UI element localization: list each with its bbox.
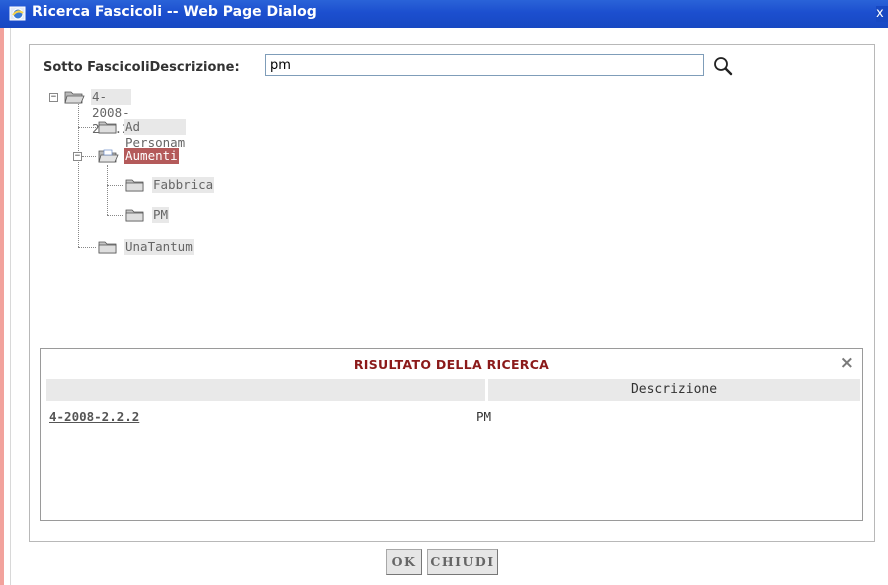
results-column-header-descrizione: Descrizione [488, 379, 860, 401]
tree-node-root[interactable]: 4-2008-2.2.2 [91, 89, 131, 136]
search-input[interactable] [265, 54, 704, 76]
tree-collapse-toggle[interactable]: − [49, 93, 58, 102]
tree-node-aumenti[interactable]: Aumenti [124, 148, 179, 164]
folder-icon [125, 209, 144, 222]
ok-button[interactable]: OK [386, 549, 422, 575]
tree-node-unatantum[interactable]: UnaTantum [124, 239, 194, 255]
search-label: Sotto FascicoliDescrizione: [43, 60, 240, 75]
chiudi-button[interactable]: CHIUDI [427, 549, 498, 575]
result-row-code-link[interactable]: 4-2008-2.2.2 [49, 409, 139, 424]
results-title: RISULTATO DELLA RICERCA [353, 357, 550, 372]
tree-collapse-toggle[interactable]: − [73, 152, 82, 161]
window-titlebar: Ricerca Fascicoli -- Web Page Dialog x [0, 0, 888, 28]
tree-connector [78, 247, 96, 248]
tree-node-fabbrica[interactable]: Fabbrica [152, 177, 215, 193]
ie-window-icon [9, 6, 26, 21]
tree-connector [107, 185, 123, 186]
results-close-icon[interactable]: × [840, 354, 854, 372]
tree-connector [78, 102, 79, 247]
tree-node-ad-personam[interactable]: Ad Personam [124, 119, 187, 150]
open-folder-icon [98, 149, 119, 163]
folder-icon [98, 121, 117, 134]
result-row-descrizione: PM [476, 409, 492, 424]
folder-icon [98, 241, 117, 254]
window-close-button[interactable]: x [876, 6, 888, 22]
search-results-panel: RISULTATO DELLA RICERCA × Descrizione 4-… [40, 348, 863, 521]
folder-icon [125, 179, 144, 192]
open-folder-icon [64, 91, 85, 104]
tree-connector [107, 215, 123, 216]
tree-connector [107, 165, 108, 215]
window-frame-left [0, 28, 11, 585]
tree-connector [82, 156, 96, 157]
tree-node-pm[interactable]: PM [152, 207, 170, 223]
magnifier-icon[interactable] [712, 55, 734, 77]
window-title: Ricerca Fascicoli -- Web Page Dialog [32, 4, 317, 20]
results-column-header-code [46, 379, 485, 401]
